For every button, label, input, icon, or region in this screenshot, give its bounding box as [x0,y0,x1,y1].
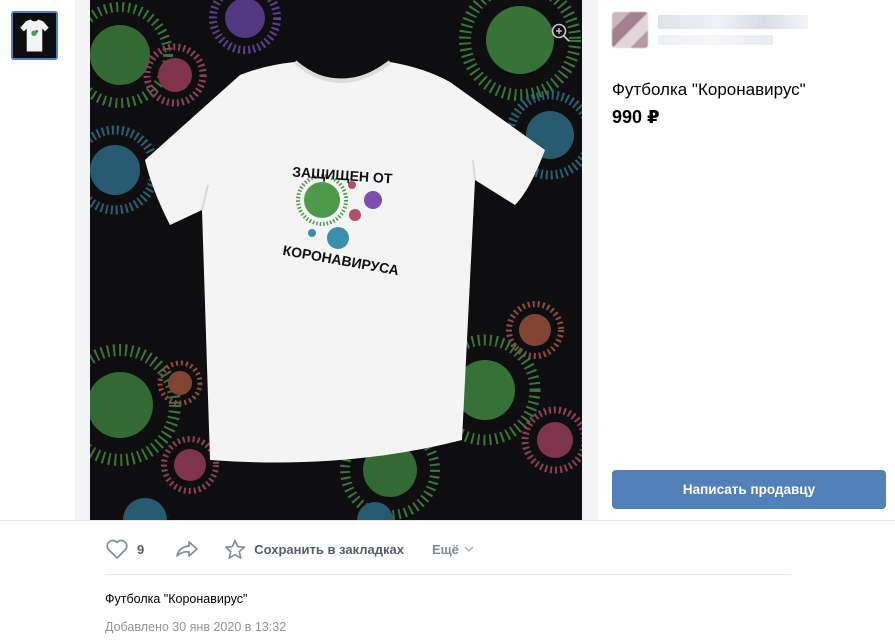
tshirt-image: ЗАЩИЩЕН ОТ КОРОНАВИРУСА [90,0,582,520]
like-count: 9 [137,541,145,557]
zoom-icon[interactable] [550,22,572,44]
seller-subtitle-blurred [658,35,773,45]
chevron-down-icon [464,546,474,553]
photo-right-margin [582,0,598,520]
thumbnail-image [13,13,56,58]
product-title: Футболка "Коронавирус" [612,80,806,99]
divider [0,520,895,521]
heart-icon [106,539,128,559]
like-button[interactable]: 9 [105,538,144,560]
product-photo[interactable]: ЗАЩИЩЕН ОТ КОРОНАВИРУСА [90,0,582,520]
write-seller-button[interactable]: Написать продавцу [612,470,886,509]
seller-avatar[interactable] [612,12,648,48]
product-info-panel: Футболка "Коронавирус" 990 ₽ Написать пр… [598,0,895,520]
bookmark-label: Сохранить в закладках [254,541,404,557]
product-thumbnail[interactable] [11,11,58,60]
action-bar: 9 Сохранить в закладках Ещё [105,535,491,563]
product-price: 990 ₽ [612,107,660,127]
more-menu-button[interactable]: Ещё [424,542,475,557]
seller-name-blurred[interactable] [658,15,808,29]
share-icon [176,541,199,557]
thumbnail-strip [0,0,75,520]
added-date: Добавлено 30 янв 2020 в 13:32 [105,620,287,634]
bookmark-button[interactable]: Сохранить в закладках [224,539,404,560]
more-label: Ещё [431,541,459,557]
share-button[interactable] [174,539,200,559]
product-description: Футболка "Коронавирус" [105,592,248,606]
divider-description [105,574,790,575]
photo-left-margin [75,0,90,520]
star-icon [225,539,246,559]
